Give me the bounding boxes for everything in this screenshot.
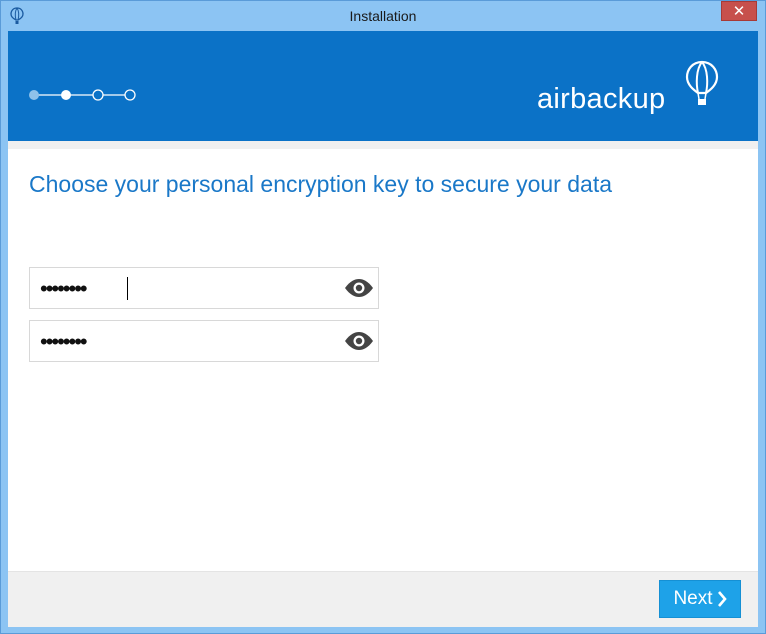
eye-icon[interactable] — [344, 278, 374, 298]
footer-bar: Next — [8, 571, 758, 627]
chevron-right-icon — [717, 591, 727, 607]
step-2-current — [61, 90, 71, 100]
header-divider — [8, 141, 758, 149]
encryption-key-input[interactable]: •••••••• — [29, 267, 379, 309]
eye-icon[interactable] — [344, 331, 374, 351]
page-heading: Choose your personal encryption key to s… — [29, 171, 612, 197]
step-3-pending — [92, 89, 104, 101]
next-button-label: Next — [673, 588, 713, 609]
confirm-key-value: •••••••• — [40, 329, 88, 354]
balloon-logo-icon — [685, 60, 719, 105]
text-cursor — [127, 277, 128, 300]
title-bar[interactable]: Installation ✕ — [1, 1, 765, 31]
step-1-completed — [29, 90, 39, 100]
header-banner: airbackup — [8, 31, 758, 141]
client-area: airbackup Choose your personal encryptio… — [8, 31, 758, 627]
installer-window: Installation ✕ airbackup Choose your per… — [0, 0, 766, 634]
close-button[interactable]: ✕ — [721, 1, 757, 21]
confirm-key-input[interactable]: •••••••• — [29, 320, 379, 362]
brand-logo-text: airbackup — [537, 83, 666, 115]
step-4-pending — [124, 89, 136, 101]
step-progress-indicator — [29, 89, 136, 101]
next-button[interactable]: Next — [659, 580, 741, 618]
window-title: Installation — [349, 8, 417, 24]
encryption-key-value: •••••••• — [40, 276, 88, 301]
